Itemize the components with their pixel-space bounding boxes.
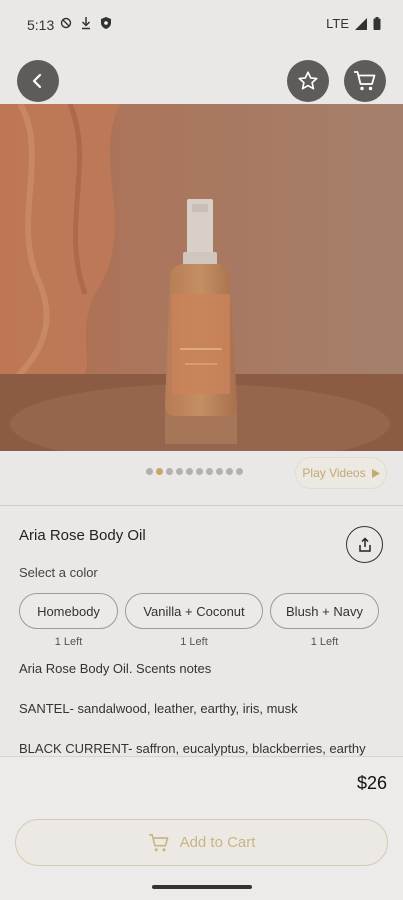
back-button[interactable] <box>17 60 59 102</box>
carousel-dot[interactable] <box>216 468 223 475</box>
battery-icon <box>373 17 381 30</box>
shield-icon <box>101 17 111 29</box>
description-line: Aria Rose Body Oil. Scents notes <box>19 661 212 676</box>
variant-stock: 1 Left <box>310 636 339 648</box>
body-oil-photo <box>0 104 403 451</box>
section-divider <box>0 505 403 506</box>
variant-homebody[interactable]: Homebody <box>19 593 118 629</box>
play-icon <box>371 468 380 478</box>
description-line: SANTEL- sandalwood, leather, earthy, iri… <box>19 701 298 716</box>
chevron-left-icon <box>32 73 42 89</box>
carousel-dot[interactable] <box>146 468 153 475</box>
add-to-cart-button[interactable]: Add to Cart <box>15 819 388 866</box>
variant-stock: 1 Left <box>54 636 83 648</box>
download-icon <box>81 17 91 30</box>
home-indicator[interactable] <box>152 885 252 889</box>
share-icon <box>358 536 371 552</box>
carousel-dot[interactable] <box>186 468 193 475</box>
favorite-button[interactable] <box>287 60 329 102</box>
variant-blush-navy[interactable]: Blush + Navy <box>270 593 379 629</box>
description-line: BLACK CURRENT- saffron, eucalyptus, blac… <box>19 741 366 756</box>
carousel-dot[interactable] <box>226 468 233 475</box>
carousel-dot[interactable] <box>236 468 243 475</box>
status-bar: 5:13 LTE <box>0 0 403 50</box>
signal-icon <box>355 17 367 30</box>
variant-label: Blush + Navy <box>286 603 363 619</box>
carousel-dot[interactable] <box>196 468 203 475</box>
play-videos-button[interactable]: Play Videos <box>295 457 387 489</box>
share-button[interactable] <box>346 526 383 563</box>
cart-icon <box>354 71 376 91</box>
carousel-dots <box>146 468 243 475</box>
star-icon <box>298 71 318 90</box>
cart-icon <box>148 833 169 851</box>
select-color-label: Select a color <box>19 565 98 580</box>
product-title: Aria Rose Body Oil <box>19 527 146 544</box>
variant-vanilla-coconut[interactable]: Vanilla + Coconut <box>125 593 263 629</box>
play-videos-label: Play Videos <box>302 466 366 480</box>
status-right-icons: LTE <box>326 16 381 31</box>
variant-label: Homebody <box>37 603 100 619</box>
product-image[interactable] <box>0 104 403 451</box>
variant-stock: 1 Left <box>180 636 208 648</box>
cart-button[interactable] <box>344 60 386 102</box>
do-not-disturb-icon <box>60 17 72 29</box>
carousel-dot[interactable] <box>156 468 163 475</box>
price: $26 <box>356 773 387 793</box>
status-time: 5:13 <box>27 17 55 33</box>
network-label: LTE <box>326 16 349 31</box>
status-left-icons <box>60 16 112 30</box>
carousel-dot[interactable] <box>166 468 173 475</box>
variant-label: Vanilla + Coconut <box>143 603 245 619</box>
carousel-dot[interactable] <box>176 468 183 475</box>
carousel-dot[interactable] <box>206 468 213 475</box>
add-to-cart-label: Add to Cart <box>179 834 256 851</box>
